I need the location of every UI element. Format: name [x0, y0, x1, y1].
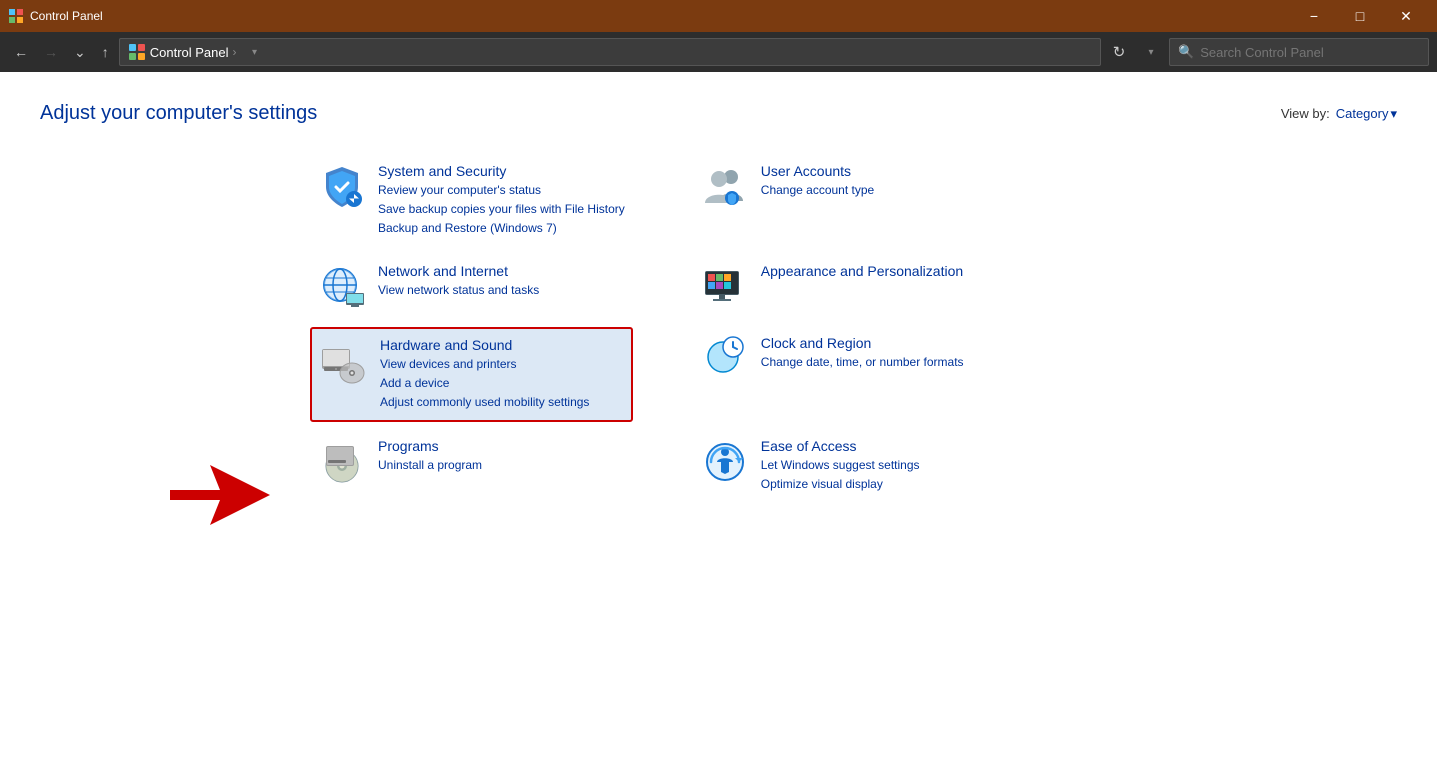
- hardware-sound-icon: [320, 337, 368, 385]
- titlebar-left: Control Panel: [8, 8, 103, 24]
- red-arrow-indicator: [170, 465, 270, 530]
- clock-region-icon: [701, 335, 749, 383]
- ease-access-icon: [701, 438, 749, 486]
- main-content: Adjust your computer's settings View by:…: [0, 72, 1437, 766]
- view-by-label: View by:: [1281, 106, 1330, 121]
- hardware-sound-link-1[interactable]: View devices and printers: [380, 355, 623, 374]
- network-icon: [318, 263, 366, 311]
- clock-region-text: Clock and Region Change date, time, or n…: [761, 335, 1008, 372]
- ease-access-link-1[interactable]: Let Windows suggest settings: [761, 456, 1008, 475]
- category-item-clock-region[interactable]: Clock and Region Change date, time, or n…: [693, 327, 1016, 423]
- titlebar-title: Control Panel: [30, 9, 103, 23]
- ease-access-link-2[interactable]: Optimize visual display: [761, 475, 1008, 494]
- breadcrumb-text[interactable]: Control Panel: [150, 45, 229, 60]
- search-icon: 🔍: [1178, 44, 1194, 60]
- system-security-link-2[interactable]: Save backup copies your files with File …: [378, 200, 625, 219]
- category-item-appearance[interactable]: Appearance and Personalization: [693, 255, 1016, 319]
- programs-text: Programs Uninstall a program: [378, 438, 625, 475]
- address-bar: Control Panel › ▾: [119, 38, 1101, 66]
- system-security-name[interactable]: System and Security: [378, 163, 625, 179]
- appearance-text: Appearance and Personalization: [761, 263, 1008, 281]
- category-item-ease-access[interactable]: Ease of Access Let Windows suggest setti…: [693, 430, 1016, 502]
- refresh-button[interactable]: ↻: [1105, 38, 1133, 66]
- system-security-icon: [318, 163, 366, 211]
- address-dropdown-btn[interactable]: ▾: [241, 38, 269, 66]
- category-item-user-accounts[interactable]: User Accounts Change account type: [693, 155, 1016, 247]
- programs-name[interactable]: Programs: [378, 438, 625, 454]
- page-header: Adjust your computer's settings View by:…: [40, 102, 1397, 125]
- search-input[interactable]: [1200, 45, 1420, 60]
- network-text: Network and Internet View network status…: [378, 263, 625, 300]
- user-accounts-name[interactable]: User Accounts: [761, 163, 1008, 179]
- clock-region-name[interactable]: Clock and Region: [761, 335, 1008, 351]
- ease-access-name[interactable]: Ease of Access: [761, 438, 1008, 454]
- system-security-link-1[interactable]: Review your computer's status: [378, 181, 625, 200]
- user-accounts-icon: [701, 163, 749, 211]
- appearance-name[interactable]: Appearance and Personalization: [761, 263, 1008, 279]
- network-link-1[interactable]: View network status and tasks: [378, 281, 625, 300]
- programs-link-1[interactable]: Uninstall a program: [378, 456, 625, 475]
- titlebar-controls: − □ ✕: [1291, 0, 1429, 32]
- breadcrumb-sep: ›: [233, 45, 237, 59]
- categories-grid: System and Security Review your computer…: [310, 155, 1016, 503]
- back-button[interactable]: ←: [8, 38, 34, 66]
- close-button[interactable]: ✕: [1383, 0, 1429, 32]
- clock-region-link-1[interactable]: Change date, time, or number formats: [761, 353, 1008, 372]
- appearance-icon: [701, 263, 749, 311]
- category-item-system-security[interactable]: System and Security Review your computer…: [310, 155, 633, 247]
- hardware-sound-name[interactable]: Hardware and Sound: [380, 337, 623, 353]
- address-bar-dropdown[interactable]: ▾: [1137, 38, 1165, 66]
- up-button[interactable]: ↑: [96, 38, 115, 66]
- system-security-text: System and Security Review your computer…: [378, 163, 625, 239]
- address-icon: [128, 43, 146, 61]
- network-name[interactable]: Network and Internet: [378, 263, 625, 279]
- search-box: 🔍: [1169, 38, 1429, 66]
- navbar: ← → ⌄ ↑ Control Panel › ▾ ↻ ▾ 🔍: [0, 32, 1437, 72]
- view-by-dropdown[interactable]: Category ▾: [1336, 106, 1397, 122]
- programs-icon: [318, 438, 366, 486]
- hardware-sound-link-3[interactable]: Adjust commonly used mobility settings: [380, 393, 623, 412]
- hardware-sound-text: Hardware and Sound View devices and prin…: [380, 337, 623, 413]
- hardware-sound-link-2[interactable]: Add a device: [380, 374, 623, 393]
- maximize-button[interactable]: □: [1337, 0, 1383, 32]
- minimize-button[interactable]: −: [1291, 0, 1337, 32]
- dropdown-button[interactable]: ⌄: [68, 38, 92, 66]
- page-title: Adjust your computer's settings: [40, 102, 317, 125]
- forward-button[interactable]: →: [38, 38, 64, 66]
- user-accounts-text: User Accounts Change account type: [761, 163, 1008, 200]
- category-item-network[interactable]: Network and Internet View network status…: [310, 255, 633, 319]
- titlebar: Control Panel − □ ✕: [0, 0, 1437, 32]
- ease-access-text: Ease of Access Let Windows suggest setti…: [761, 438, 1008, 494]
- view-by-control: View by: Category ▾: [1281, 106, 1397, 122]
- category-item-programs[interactable]: Programs Uninstall a program: [310, 430, 633, 502]
- app-icon: [8, 8, 24, 24]
- system-security-link-3[interactable]: Backup and Restore (Windows 7): [378, 219, 625, 238]
- category-item-hardware-sound[interactable]: Hardware and Sound View devices and prin…: [310, 327, 633, 423]
- user-accounts-link-1[interactable]: Change account type: [761, 181, 1008, 200]
